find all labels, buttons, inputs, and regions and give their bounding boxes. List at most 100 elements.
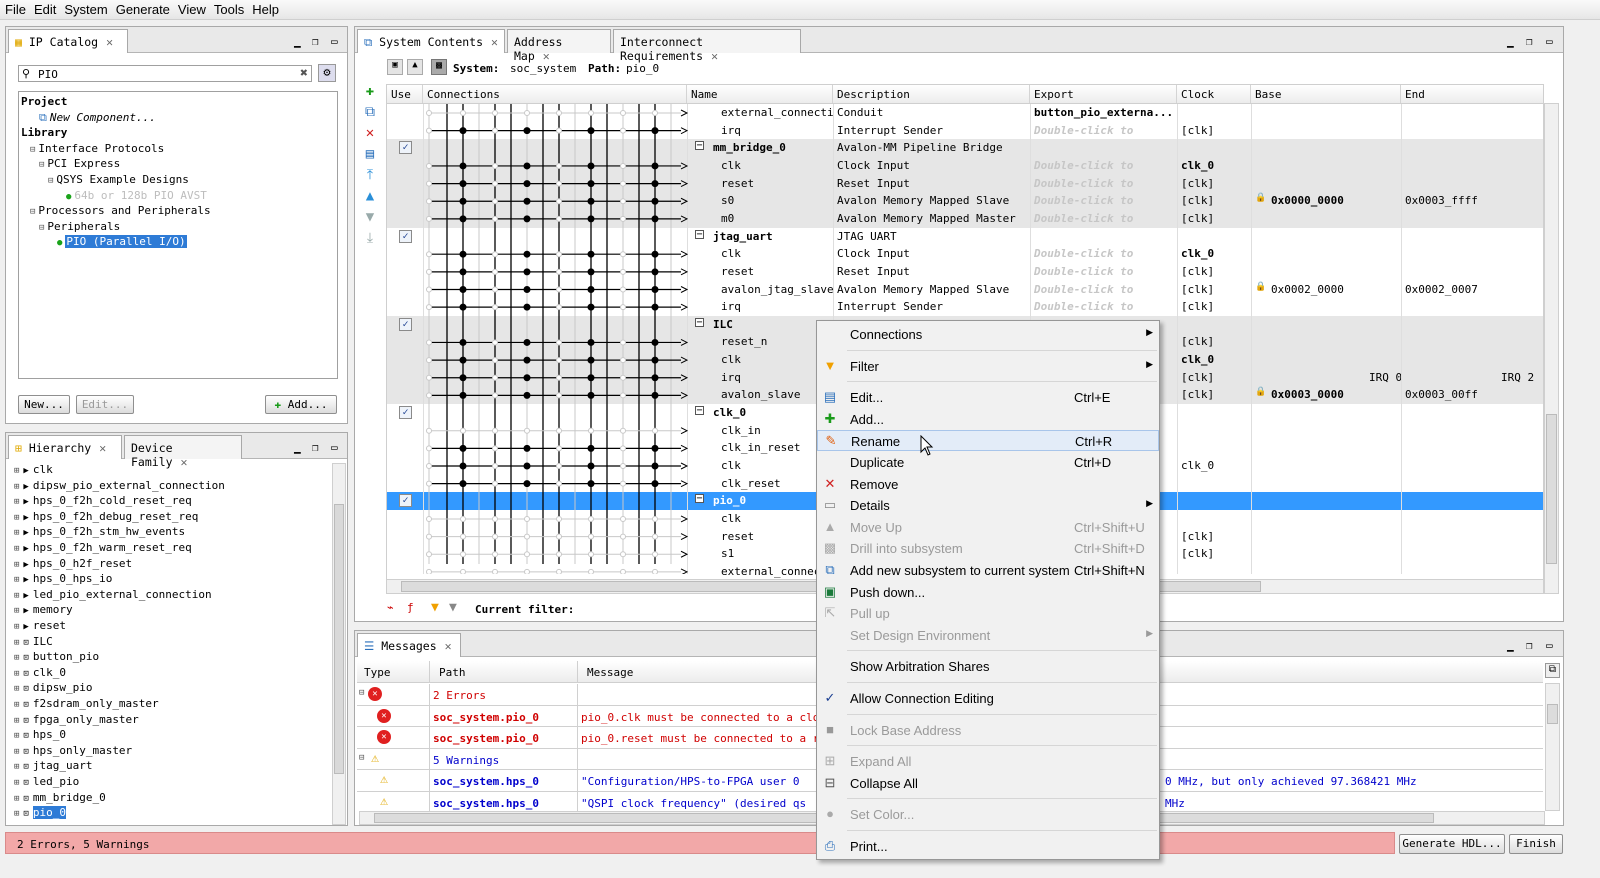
connection-point[interactable] — [459, 391, 467, 399]
minimize-icon[interactable]: ▁ — [1507, 639, 1514, 652]
connection-point[interactable] — [523, 127, 531, 135]
move-top-icon[interactable]: ⤒ — [359, 165, 381, 186]
move-up-icon[interactable]: ▲ — [359, 186, 381, 207]
connection-point[interactable] — [492, 463, 498, 469]
move-down-icon[interactable]: ▼ — [359, 207, 381, 228]
menu-item-add-new-subsystem-to-current-system[interactable]: ⧉ Add new subsystem to current system Ctrl… — [817, 560, 1159, 581]
connection-point[interactable] — [556, 427, 562, 434]
move-bottom-icon[interactable]: ⤓ — [359, 228, 381, 249]
connection-point[interactable] — [426, 533, 432, 540]
use-checkbox[interactable]: ✓ — [399, 317, 412, 331]
menu-item-expand-all[interactable]: ⊞ Expand All — [817, 751, 1159, 772]
export-field[interactable]: Double-click to — [1030, 122, 1177, 140]
connection-point[interactable] — [459, 197, 467, 205]
connection-point[interactable] — [588, 568, 594, 574]
connection-point[interactable] — [556, 568, 562, 574]
close-icon[interactable]: ✕ — [491, 35, 498, 49]
hierarchy-item[interactable]: ⊞ ▶ memory — [14, 603, 73, 619]
connection-point[interactable] — [587, 268, 595, 276]
export-field[interactable]: Double-click to — [1030, 210, 1177, 228]
base-address[interactable]: IRQ 0 — [1365, 369, 1401, 387]
connection-point[interactable] — [556, 480, 562, 487]
connection-point[interactable] — [523, 197, 531, 205]
expand-icon[interactable]: ⊞ — [14, 544, 19, 554]
add-button[interactable]: ✚ Add... — [265, 395, 337, 414]
connection-point[interactable] — [524, 533, 530, 540]
connection-point[interactable] — [587, 391, 595, 399]
clock-field[interactable] — [1177, 492, 1251, 510]
connection-point[interactable] — [587, 338, 595, 346]
connection-point[interactable] — [492, 392, 498, 399]
hierarchy-item[interactable]: ⊞ ⊡ led_pio — [14, 775, 79, 791]
tab-hierarchy[interactable]: ⊞ Hierarchy ✕ — [8, 435, 122, 459]
clock-field[interactable] — [1177, 404, 1251, 422]
connection-point[interactable] — [460, 551, 466, 558]
connection-point[interactable] — [651, 197, 659, 205]
connection-point[interactable] — [492, 215, 498, 222]
expand-icon[interactable]: ⊞ — [14, 778, 19, 788]
hierarchy-item[interactable]: ⊞ ⊡ fpga_only_master — [14, 713, 139, 729]
connection-point[interactable] — [588, 110, 594, 116]
connections-diagram[interactable] — [419, 104, 689, 574]
collapse-icon[interactable]: ⊟ — [359, 753, 364, 763]
connection-point[interactable] — [524, 427, 530, 434]
close-icon[interactable]: ✕ — [106, 35, 113, 49]
connection-point[interactable] — [651, 338, 659, 346]
menu-system[interactable]: System — [59, 0, 110, 17]
message-path[interactable]: soc_system.hps_0 — [433, 775, 539, 788]
restore-icon[interactable]: ❐ — [312, 35, 319, 48]
clock-field[interactable] — [1177, 439, 1251, 457]
clock-field[interactable] — [1177, 422, 1251, 440]
search-input[interactable]: ⚲ PIO ✖ — [18, 65, 312, 82]
collapse-toggle-icon[interactable]: ▣ — [387, 59, 403, 75]
connection-point[interactable] — [459, 303, 467, 311]
menu-item-duplicate[interactable]: Duplicate Ctrl+D — [817, 452, 1159, 473]
connection-point[interactable] — [459, 268, 467, 276]
clock-field[interactable]: [clk] — [1177, 545, 1251, 563]
maximize-icon[interactable]: ▭ — [1546, 35, 1553, 48]
tree-item[interactable]: Project — [21, 95, 67, 108]
column-clock[interactable]: Clock — [1177, 85, 1251, 103]
connection-point[interactable] — [620, 304, 626, 311]
connection-point[interactable] — [426, 339, 432, 346]
connection-point[interactable] — [620, 127, 626, 134]
expand-icon[interactable]: ⊞ — [14, 700, 19, 710]
column-connections[interactable]: Connections — [423, 85, 687, 103]
connection-point[interactable] — [620, 251, 626, 258]
message-path[interactable]: soc_system.pio_0 — [433, 732, 539, 745]
menu-item-connections[interactable]: Connections ▶ — [817, 324, 1159, 345]
clock-field[interactable]: [clk] — [1177, 122, 1251, 140]
tree-item[interactable]: ● 64b or 128b PIO AVST — [66, 189, 207, 202]
connection-point[interactable] — [523, 462, 531, 470]
minimize-icon[interactable]: ▁ — [294, 441, 301, 454]
expand-icon[interactable]: ⊞ — [14, 591, 19, 601]
connection-point[interactable] — [426, 215, 432, 222]
connection-point[interactable] — [426, 251, 432, 258]
menu-file[interactable]: File — [0, 0, 29, 17]
export-field[interactable] — [1030, 139, 1177, 157]
use-checkbox[interactable]: ✓ — [399, 494, 412, 508]
tree-item[interactable]: ⊟ QSYS Example Designs — [48, 173, 189, 186]
connection-point[interactable] — [492, 568, 498, 574]
expand-icon[interactable]: ⊞ — [14, 575, 19, 585]
connection-point[interactable] — [492, 304, 498, 311]
component-name[interactable]: s0 — [717, 192, 833, 210]
base-address[interactable]: 0x0002_0000 — [1267, 281, 1401, 299]
connection-point[interactable] — [620, 374, 626, 381]
generate-hdl-button[interactable]: Generate HDL... — [1399, 834, 1505, 854]
connection-point[interactable] — [587, 480, 595, 488]
tree-item[interactable]: ⊟ PCI Express — [39, 157, 120, 170]
hierarchy-item[interactable]: ⊞ ▶ reset — [14, 619, 66, 635]
connection-point[interactable] — [620, 427, 626, 434]
connection-point[interactable] — [556, 551, 562, 558]
collapse-icon[interactable]: − — [695, 229, 704, 239]
connection-point[interactable] — [426, 445, 432, 452]
connection-point[interactable] — [426, 392, 432, 399]
connection-point[interactable] — [523, 480, 531, 488]
connection-point[interactable] — [460, 110, 466, 116]
message-path[interactable]: 5 Warnings — [433, 754, 499, 767]
connection-point[interactable] — [524, 551, 530, 558]
connection-point[interactable] — [620, 339, 626, 346]
connection-point[interactable] — [556, 374, 562, 381]
lock-icon[interactable]: 🔒 — [1255, 193, 1266, 203]
